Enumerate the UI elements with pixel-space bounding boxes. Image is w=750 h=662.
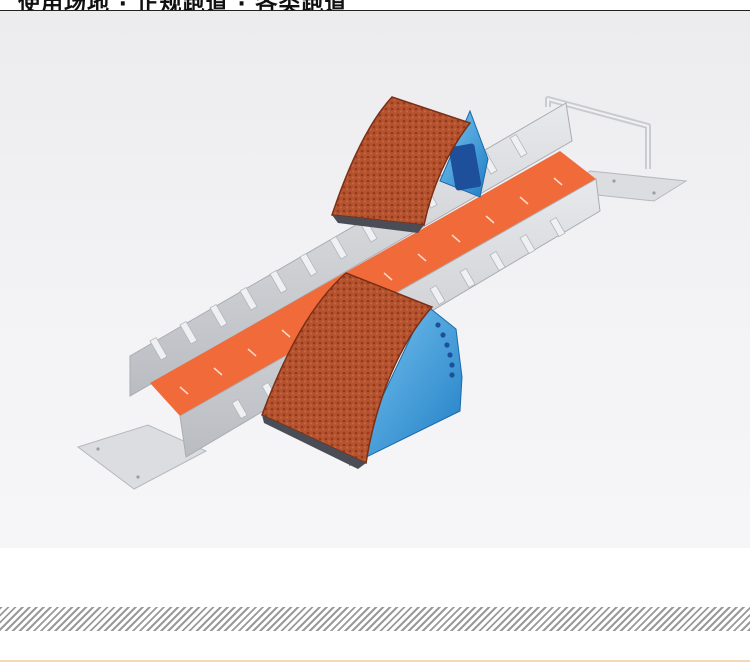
starting-block-illustration bbox=[76, 96, 688, 490]
product-photo bbox=[0, 11, 750, 548]
banner-text: 使用场地 · 正规跑道 · 各类跑道 bbox=[18, 0, 347, 10]
striped-divider bbox=[0, 607, 750, 631]
top-banner: 使用场地 · 正规跑道 · 各类跑道 bbox=[0, 0, 750, 10]
product-detail-page: 使用场地 · 正规跑道 · 各类跑道 bbox=[0, 0, 750, 662]
